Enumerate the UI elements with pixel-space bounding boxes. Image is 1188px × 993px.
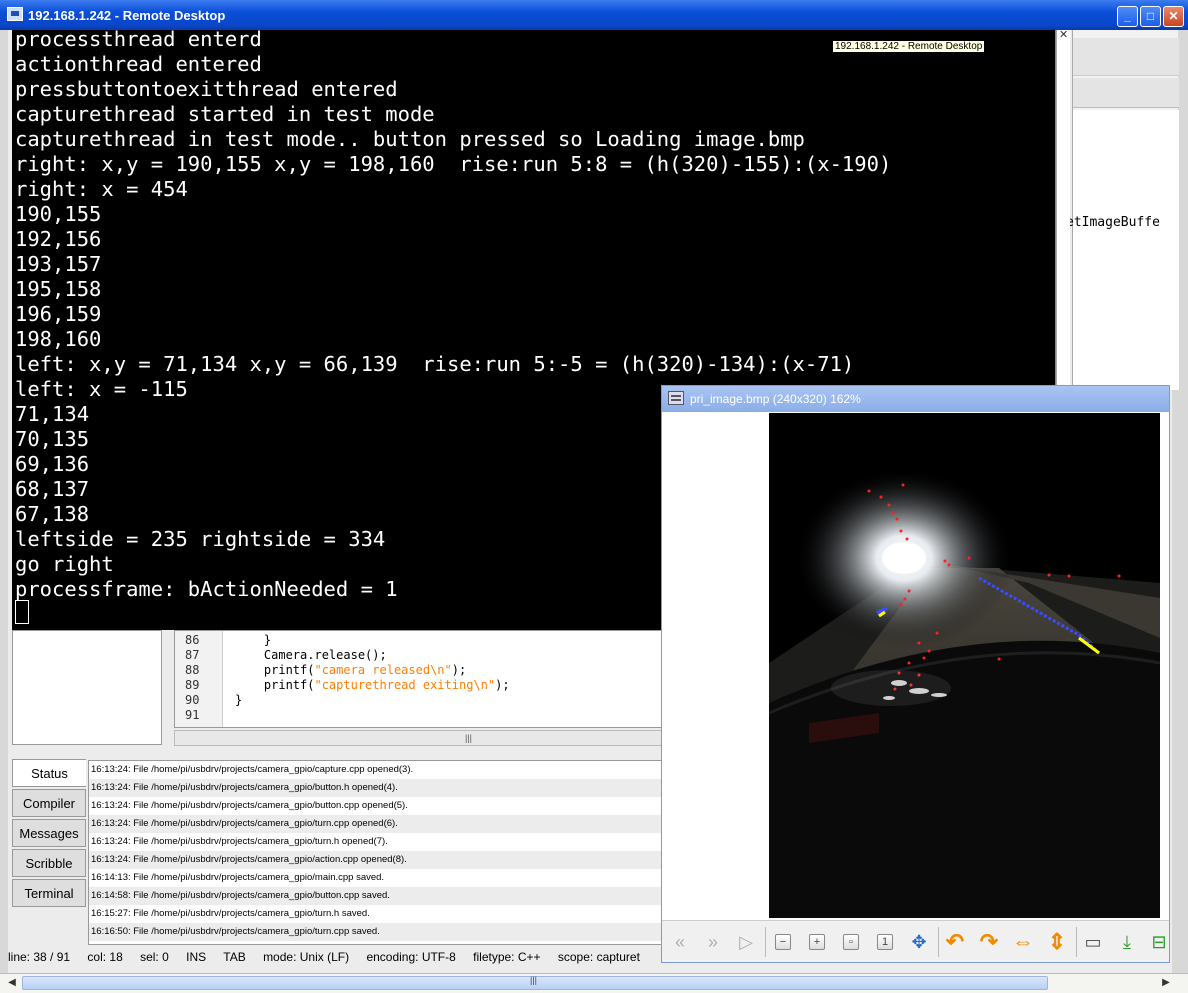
ide-status-bar: line: 38 / 91 col: 18 sel: 0 INS TAB mod… <box>8 946 668 968</box>
terminal-line: actionthread entered <box>15 52 262 76</box>
status-filetype: filetype: C++ <box>473 950 541 964</box>
save-icon[interactable]: ⤓ <box>1114 929 1140 955</box>
tab-scribble[interactable]: Scribble <box>12 849 86 877</box>
status-mode: mode: Unix (LF) <box>263 950 350 964</box>
rotate-right-icon[interactable]: ↷ <box>976 929 1002 955</box>
terminal-line: 192,156 <box>15 227 102 251</box>
status-message-list[interactable]: 16:13:24: File /home/pi/usbdrv/projects/… <box>88 760 669 945</box>
zoom-fit-icon[interactable]: ▫ <box>838 929 864 955</box>
sidebar-panel[interactable] <box>12 630 162 745</box>
status-col: col: 18 <box>87 950 123 964</box>
rotate-left-icon[interactable]: ↶ <box>942 929 968 955</box>
code-line: 86 } <box>185 633 272 647</box>
flip-vertical-icon[interactable]: ⇕ <box>1044 929 1070 955</box>
list-item[interactable]: 16:14:58: File /home/pi/usbdrv/projects/… <box>89 887 668 905</box>
viewer-titlebar[interactable]: pri_image.bmp (240x320) 162% <box>662 386 1169 412</box>
message-window-tabs: Status Compiler Messages Scribble Termin… <box>12 757 88 947</box>
code-editor[interactable]: 86 } 87 Camera.release(); 88 printf("cam… <box>174 630 669 728</box>
terminal-line: pressbuttontoexitthread entered <box>15 77 398 101</box>
viewer-toolbar: « » ▷ − + ▫ 1 ✥ ↶ ↷ ⇔ ⇕ ▭ ⤓ ⊟ <box>662 920 1169 962</box>
code-line: 89 printf("capturethread exiting\n"); <box>185 678 510 692</box>
code-line: 90} <box>185 693 243 707</box>
terminal-line: processthread enterd <box>15 30 262 51</box>
image-viewer-window: pri_image.bmp (240x320) 162% « » ▷ − + ▫… <box>661 385 1170 963</box>
status-line: line: 38 / 91 <box>8 950 71 964</box>
viewer-title: pri_image.bmp (240x320) 162% <box>690 392 861 406</box>
list-item[interactable]: 16:13:24: File /home/pi/usbdrv/projects/… <box>89 797 668 815</box>
list-item[interactable]: 16:13:24: File /home/pi/usbdrv/projects/… <box>89 851 668 869</box>
list-item[interactable]: 16:13:24: File /home/pi/usbdrv/projects/… <box>89 815 668 833</box>
remote-desktop-icon <box>7 7 23 21</box>
list-item[interactable]: 16:13:24: File /home/pi/usbdrv/projects/… <box>89 761 668 779</box>
list-item[interactable]: 16:14:13: File /home/pi/usbdrv/projects/… <box>89 869 668 887</box>
back-icon[interactable]: « <box>667 929 693 955</box>
tab-status[interactable]: Status <box>12 759 86 787</box>
code-line: 91 <box>185 708 200 722</box>
road-photo <box>769 413 1160 918</box>
open-folder-icon[interactable]: ▭ <box>1080 929 1106 955</box>
terminal-line: capturethread in test mode.. button pres… <box>15 127 805 151</box>
status-scope: scope: capturet <box>557 950 640 964</box>
status-encoding: encoding: UTF-8 <box>366 950 456 964</box>
list-item[interactable]: 16:13:24: File /home/pi/usbdrv/projects/… <box>89 833 668 851</box>
image-viewer-icon <box>668 391 684 405</box>
tab-messages[interactable]: Messages <box>12 819 86 847</box>
terminal-line: 193,157 <box>15 252 102 276</box>
remote-desktop-area: 86 } 87 Camera.release(); 88 printf("cam… <box>0 30 1188 973</box>
maximize-button[interactable]: □ <box>1140 6 1161 27</box>
zoom-original-icon[interactable]: 1 <box>872 929 898 955</box>
scroll-right-icon[interactable]: ▶ <box>1158 976 1174 990</box>
terminal-line: right: x,y = 190,155 x,y = 198,160 rise:… <box>15 152 892 176</box>
terminal-line: 195,158 <box>15 277 102 301</box>
tooltip: 192.168.1.242 - Remote Desktop <box>832 40 986 53</box>
list-item[interactable]: 16:13:24: File /home/pi/usbdrv/projects/… <box>89 779 668 797</box>
terminal-line: 190,155 <box>15 202 102 226</box>
play-icon[interactable]: ▷ <box>733 929 759 955</box>
scroll-left-icon[interactable]: ◀ <box>4 976 20 990</box>
terminal-line: left: x,y = 71,134 x,y = 66,139 rise:run… <box>15 352 855 376</box>
ide-right-panel <box>1072 30 1179 390</box>
terminal-line: 196,159 <box>15 302 102 326</box>
status-sel: sel: 0 <box>140 950 169 964</box>
terminal-line: right: x = 454 <box>15 177 188 201</box>
code-line: 88 printf("camera released\n"); <box>185 663 467 677</box>
tab-compiler[interactable]: Compiler <box>12 789 86 817</box>
zoom-out-icon[interactable]: − <box>770 929 796 955</box>
minimize-button[interactable]: _ <box>1117 6 1138 27</box>
status-ins: INS <box>186 950 207 964</box>
delete-icon[interactable]: ⊟ <box>1146 929 1172 955</box>
forward-icon[interactable]: » <box>700 929 726 955</box>
close-button[interactable]: ✕ <box>1163 6 1184 27</box>
horizontal-scrollbar[interactable]: ◀ ||| ▶ <box>0 973 1188 993</box>
terminal-cursor <box>15 600 29 624</box>
tab-terminal[interactable]: Terminal <box>12 879 86 907</box>
window-titlebar: 192.168.1.242 - Remote Desktop _ □ ✕ <box>0 0 1188 30</box>
flip-horizontal-icon[interactable]: ⇔ <box>1010 929 1036 955</box>
code-line: 87 Camera.release(); <box>185 648 387 662</box>
list-item[interactable]: 16:16:50: File /home/pi/usbdrv/projects/… <box>89 923 668 941</box>
night-road-image <box>769 413 1160 918</box>
window-title: 192.168.1.242 - Remote Desktop <box>28 8 226 23</box>
terminal-line: capturethread started in test mode <box>15 102 435 126</box>
status-tab: TAB <box>223 950 246 964</box>
terminal-line: 198,160 <box>15 327 102 351</box>
code-horizontal-scrollbar[interactable]: ||| <box>174 730 669 746</box>
zoom-in-icon[interactable]: + <box>804 929 830 955</box>
symbol-list-fragment: etImageBuffe <box>1066 215 1160 230</box>
fullscreen-icon[interactable]: ✥ <box>906 929 932 955</box>
list-item[interactable]: 16:15:27: File /home/pi/usbdrv/projects/… <box>89 905 668 923</box>
